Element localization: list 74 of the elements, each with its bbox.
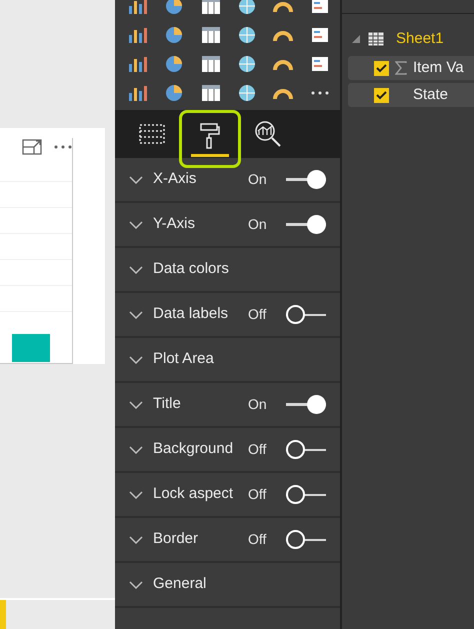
toggle-state: Off <box>248 440 268 459</box>
format-section[interactable]: Title On <box>115 383 340 428</box>
toggle-state: On <box>248 215 268 234</box>
section-label: X-Axis <box>153 169 196 190</box>
chevron-down-icon <box>129 490 143 498</box>
format-section[interactable]: Border Off <box>115 518 340 563</box>
analytics-icon <box>254 120 282 148</box>
toggle-switch[interactable] <box>286 304 326 324</box>
focus-mode-icon[interactable] <box>22 139 42 155</box>
fields-icon <box>139 122 165 146</box>
toggle-state: On <box>248 395 268 414</box>
format-section[interactable]: Plot Area <box>115 338 340 383</box>
field-name: Item Va <box>413 58 464 78</box>
chevron-down-icon <box>129 400 143 408</box>
chart-type-icon[interactable] <box>236 83 258 103</box>
field-item[interactable]: Item Va <box>348 56 474 80</box>
page-tab-marker <box>0 600 6 629</box>
checkbox[interactable] <box>374 88 389 102</box>
toggle-state: Off <box>248 530 268 549</box>
format-section[interactable]: Y-Axis On <box>115 203 340 248</box>
sigma-icon <box>395 61 407 75</box>
section-label: Lock aspect <box>153 484 234 504</box>
section-label: Data labels <box>153 304 228 324</box>
chevron-down-icon <box>129 536 143 544</box>
section-label: Data colors <box>153 259 229 280</box>
section-label: Plot Area <box>153 349 214 370</box>
format-section[interactable]: General <box>115 563 340 608</box>
section-label: Title <box>153 394 181 414</box>
expand-triangle-icon[interactable] <box>352 35 360 43</box>
chart-type-icon[interactable] <box>127 54 149 74</box>
chart-type-icon[interactable] <box>236 0 258 16</box>
chart-type-icon[interactable] <box>200 25 222 45</box>
chevron-down-icon <box>129 266 143 274</box>
table-icon <box>368 32 384 46</box>
toggle-switch[interactable] <box>286 170 326 190</box>
chart-type-icon[interactable] <box>200 0 222 16</box>
toggle-switch[interactable] <box>286 484 326 504</box>
format-section[interactable]: Data colors <box>115 248 340 293</box>
toggle-state: Off <box>248 485 268 504</box>
toggle-state: On <box>248 170 268 189</box>
toggle-state: Off <box>248 305 268 324</box>
chevron-down-icon <box>129 220 143 228</box>
chevron-down-icon <box>129 446 143 454</box>
toggle-switch[interactable] <box>286 440 326 460</box>
field-item[interactable]: State <box>348 83 474 107</box>
paint-roller-icon <box>199 122 221 150</box>
chart-type-icon[interactable] <box>200 54 222 74</box>
format-section[interactable]: Data labels Off <box>115 293 340 338</box>
chevron-down-icon <box>129 356 143 364</box>
format-section[interactable]: Background Off <box>115 428 340 473</box>
section-label: General <box>153 574 206 594</box>
toggle-switch[interactable] <box>286 214 326 234</box>
chevron-down-icon <box>129 580 143 588</box>
toggle-switch[interactable] <box>286 394 326 414</box>
section-label: Border <box>153 529 198 550</box>
chart-bar <box>12 334 50 362</box>
chevron-down-icon <box>129 176 143 184</box>
section-label: Background <box>153 439 234 460</box>
chart-type-icon[interactable] <box>127 0 149 16</box>
chart-type-icon[interactable] <box>127 83 149 103</box>
chart-type-icon[interactable] <box>236 25 258 45</box>
pane-tab[interactable] <box>179 110 241 168</box>
chart-type-icon[interactable] <box>200 83 222 103</box>
more-options-icon[interactable] <box>54 145 72 149</box>
field-name: State <box>413 84 448 105</box>
checkbox[interactable] <box>374 60 389 76</box>
chevron-down-icon <box>129 310 143 318</box>
chart-type-icon[interactable] <box>236 54 258 74</box>
format-section[interactable]: Lock aspect Off <box>115 473 340 518</box>
format-section[interactable]: X-Axis On <box>115 158 340 203</box>
chart-type-icon[interactable] <box>127 25 149 45</box>
section-label: Y-Axis <box>153 214 195 234</box>
toggle-switch[interactable] <box>286 530 326 550</box>
table-name[interactable]: Sheet1 <box>396 28 444 50</box>
